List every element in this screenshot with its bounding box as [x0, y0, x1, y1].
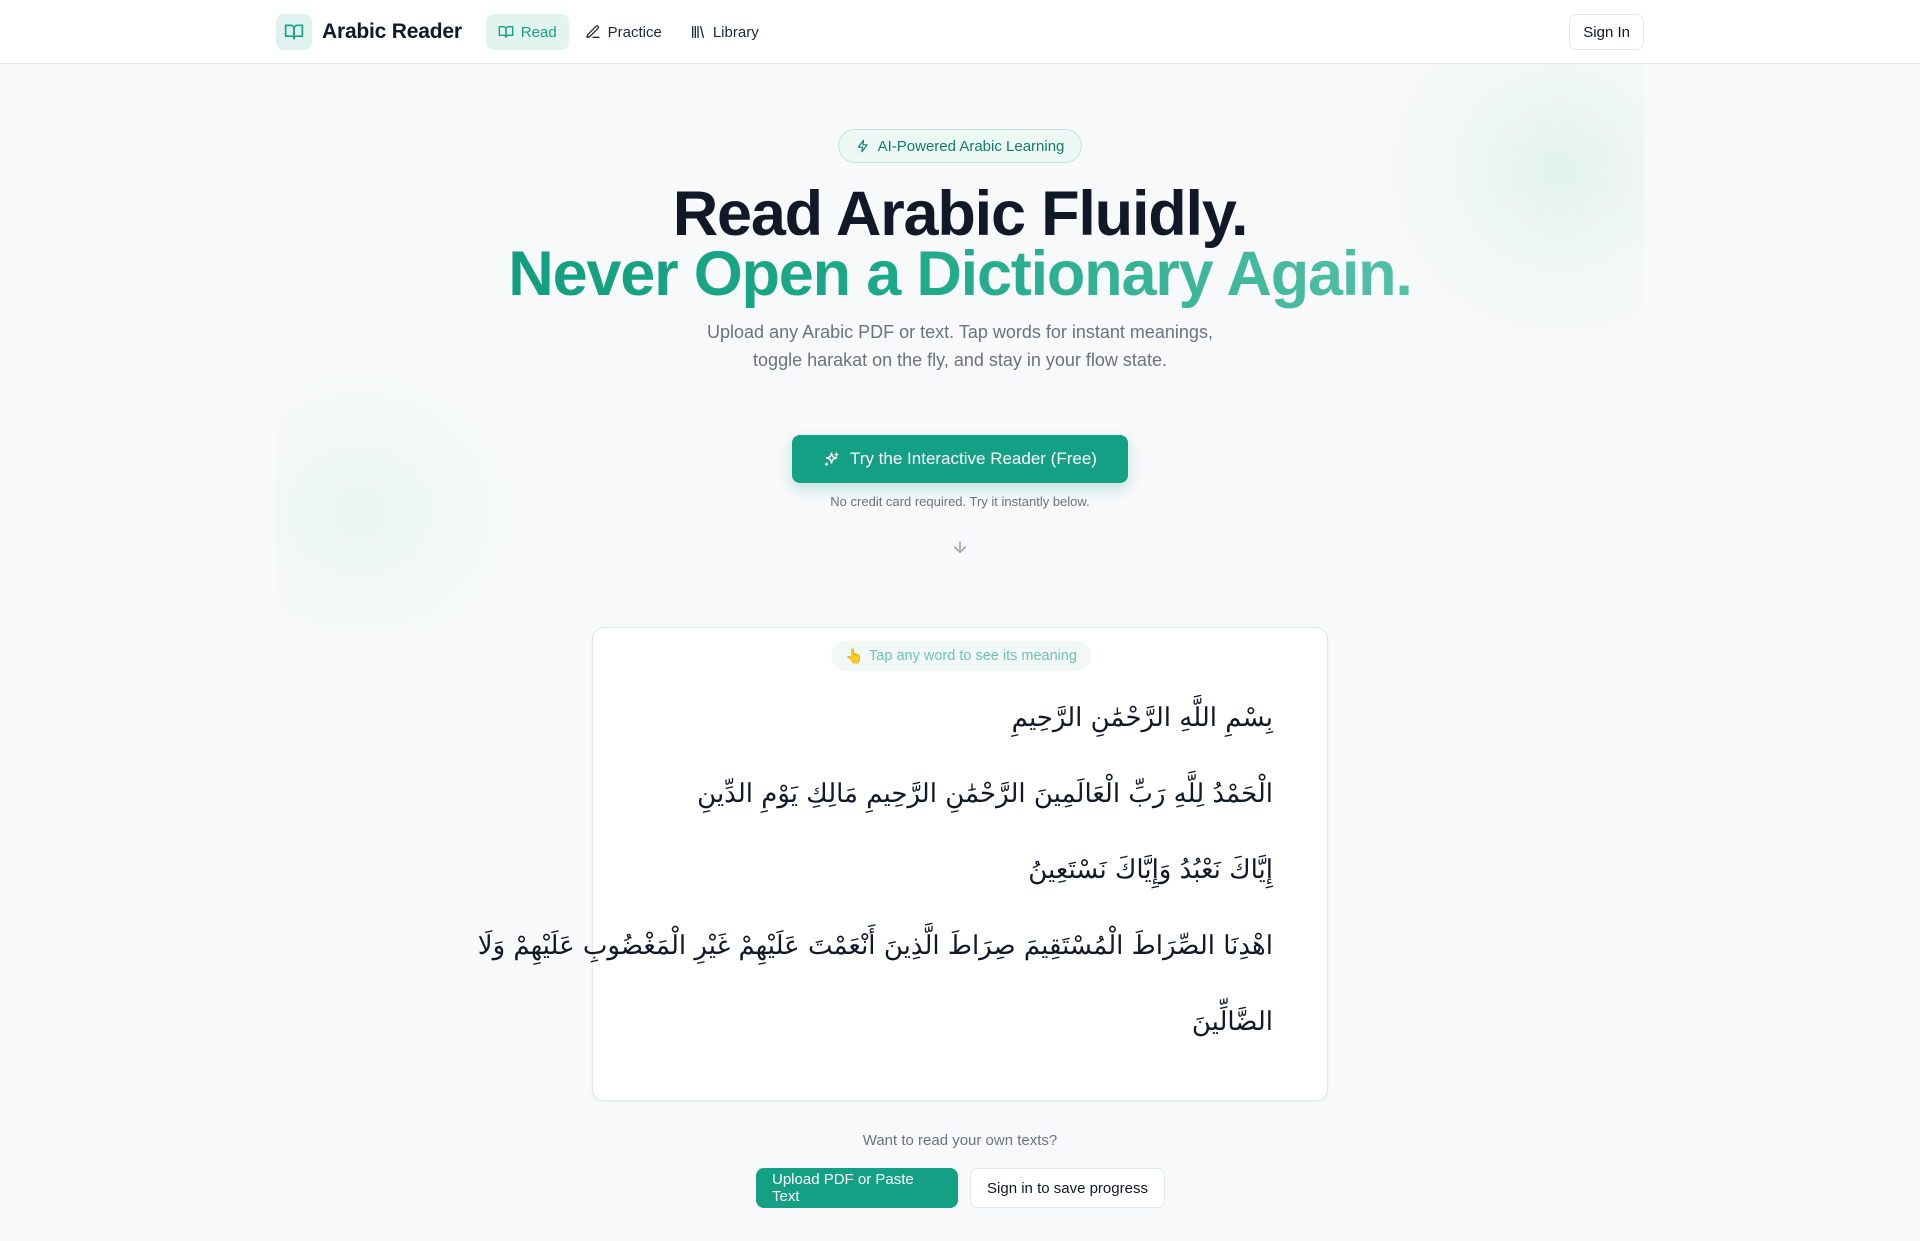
arabic-word[interactable]: وَلَا — [478, 931, 505, 961]
hero-subtitle: Upload any Arabic PDF or text. Tap words… — [707, 322, 1213, 370]
arabic-word[interactable]: نَعْبُدُ — [1180, 855, 1221, 885]
sparkles-icon — [824, 451, 839, 466]
book-open-icon — [498, 26, 514, 38]
lightning-icon — [857, 139, 868, 153]
arabic-word[interactable]: رَبِّ — [1128, 779, 1165, 809]
cta-label: Try the Interactive Reader (Free) — [850, 449, 1097, 468]
ai-badge: AI-Powered Arabic Learning — [838, 129, 1082, 163]
arabic-word[interactable]: الصِّرَاطَ — [1132, 931, 1215, 961]
arabic-word[interactable]: نَسْتَعِينُ — [1028, 855, 1106, 885]
arabic-word[interactable]: وَإِيَّاكَ — [1115, 855, 1171, 885]
upload-pdf-button[interactable]: Upload PDF or Paste Text — [756, 1168, 958, 1208]
arabic-word[interactable]: اللَّهِ — [1179, 703, 1217, 733]
arabic-word[interactable]: الَّذِينَ — [884, 931, 940, 961]
arabic-word[interactable]: بِسْمِ — [1225, 703, 1273, 733]
arabic-word[interactable]: الرَّحِيمِ — [1012, 703, 1083, 733]
arabic-word[interactable]: الرَّحِيمِ — [866, 779, 937, 809]
nav-label: Practice — [607, 23, 662, 41]
arabic-word[interactable]: عَلَيْهِمْ — [738, 931, 799, 961]
top-navbar: Arabic Reader Read Practice Library Sign… — [0, 0, 1920, 64]
no-credit-card-note: No credit card required. Try it instantl… — [830, 494, 1090, 509]
arabic-line: بِسْمِ اللَّهِ الرَّحْمَٰنِ الرَّحِيمِ — [657, 680, 1273, 756]
arabic-word[interactable]: الضَّالِّينَ — [1192, 1007, 1273, 1037]
arabic-line: إِيَّاكَ نَعْبُدُ وَإِيَّاكَ نَسْتَعِينُ — [657, 832, 1273, 908]
arabic-word[interactable]: إِيَّاكَ — [1229, 855, 1273, 885]
nav-item-practice[interactable]: Practice — [573, 14, 674, 50]
pointing-hand-icon: 👆 — [844, 648, 864, 665]
arabic-line: الضَّالِّينَ — [657, 984, 1273, 1060]
nav-item-read[interactable]: Read — [485, 14, 569, 50]
hero-title-accent: Never Open a Dictionary Again. — [0, 238, 1920, 310]
own-texts-prompt: Want to read your own texts? — [862, 1132, 1058, 1149]
arabic-text: بِسْمِ اللَّهِ الرَّحْمَٰنِ الرَّحِيمِ ال… — [478, 680, 1273, 1060]
sign-in-button[interactable]: Sign In — [1569, 14, 1644, 50]
main-nav: Read Practice Library — [485, 14, 771, 50]
badge-label: AI-Powered Arabic Learning — [877, 137, 1065, 155]
sign-in-save-button[interactable]: Sign in to save progress — [970, 1168, 1165, 1208]
tap-hint-label: Tap any word to see its meaning — [869, 648, 1077, 664]
arabic-word[interactable]: الرَّحْمَٰنِ — [945, 779, 1025, 809]
arabic-word[interactable]: الْعَالَمِينَ — [1034, 779, 1120, 809]
tap-hint: 👆 Tap any word to see its meaning — [831, 641, 1091, 671]
arabic-word[interactable]: الْحَمْدُ — [1212, 779, 1273, 809]
arabic-word[interactable]: أَنْعَمْتَ — [808, 931, 876, 961]
arabic-word[interactable]: لِلَّهِ — [1174, 779, 1204, 809]
book-open-icon[interactable] — [276, 14, 312, 50]
hero-title-accent-text: Never Open a Dictionary Again. — [508, 239, 1413, 309]
arabic-word[interactable]: مَالِكِ — [806, 779, 858, 809]
footer-actions: Upload PDF or Paste Text Sign in to save… — [756, 1168, 1165, 1208]
arabic-word[interactable]: عَلَيْهِمْ — [513, 931, 574, 961]
arabic-line: اهْدِنَا الصِّرَاطَ الْمُسْتَقِيمَ صِرَا… — [478, 908, 1273, 984]
nav-label: Library — [712, 23, 759, 41]
interactive-reader-card: 👆 Tap any word to see its meaning بِسْمِ… — [478, 627, 1328, 1101]
arabic-word[interactable]: غَيْرِ — [694, 931, 730, 961]
arrow-down-icon[interactable] — [951, 538, 969, 556]
arabic-word[interactable]: يَوْمِ — [761, 779, 798, 809]
nav-item-library[interactable]: Library — [678, 14, 771, 50]
arabic-word[interactable]: الرَّحْمَٰنِ — [1091, 703, 1171, 733]
arabic-word[interactable]: الدِّينِ — [697, 779, 753, 809]
arabic-word[interactable]: صِرَاطَ — [948, 931, 1016, 961]
pencil-icon — [585, 25, 600, 38]
arabic-word[interactable]: اهْدِنَا — [1223, 931, 1273, 961]
library-icon — [691, 26, 704, 38]
nav-label: Read — [520, 23, 557, 41]
brand-name[interactable]: Arabic Reader — [322, 20, 462, 44]
arabic-word[interactable]: الْمُسْتَقِيمَ — [1024, 931, 1124, 961]
arabic-line: الْحَمْدُ لِلَّهِ رَبِّ الْعَالَمِينَ ال… — [657, 756, 1273, 832]
arabic-word[interactable]: الْمَغْضُوبِ — [583, 931, 686, 961]
try-reader-button[interactable]: Try the Interactive Reader (Free) — [792, 435, 1128, 483]
